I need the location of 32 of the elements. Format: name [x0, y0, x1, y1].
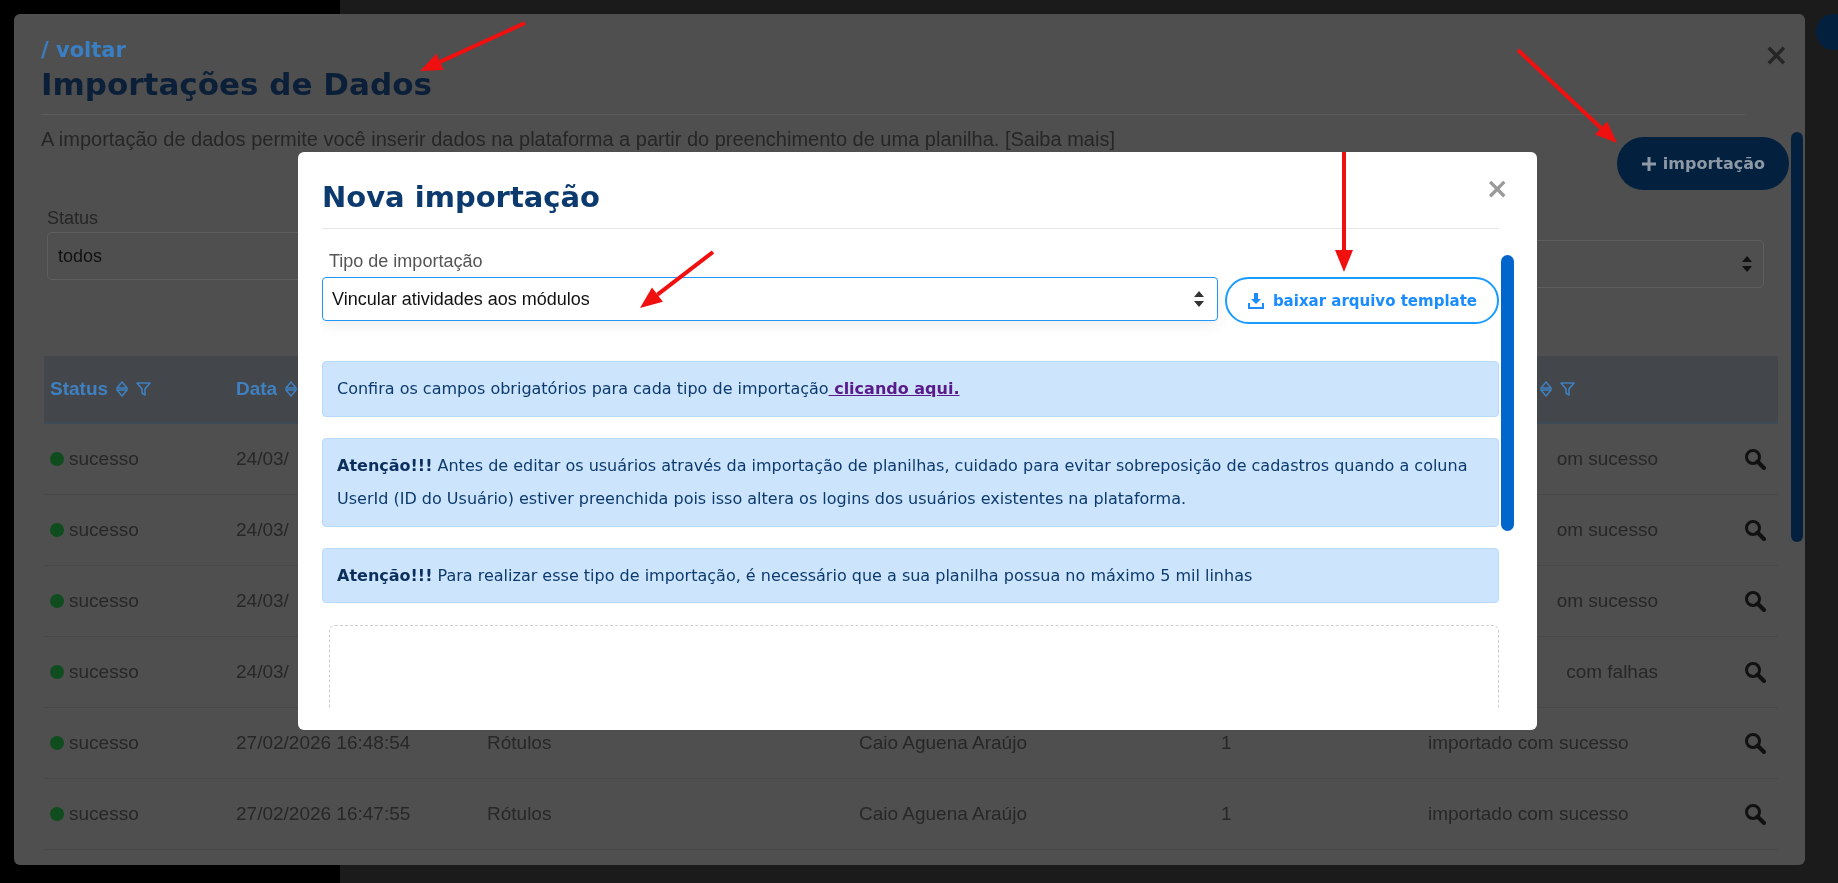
- back-link[interactable]: / voltar: [41, 38, 126, 62]
- new-import-button[interactable]: importação: [1616, 137, 1789, 190]
- select-arrows-icon: [1741, 255, 1753, 273]
- search-icon[interactable]: [1744, 732, 1766, 754]
- search-icon[interactable]: [1744, 590, 1766, 612]
- search-icon[interactable]: [1744, 519, 1766, 541]
- column-header[interactable]: Status: [50, 378, 109, 400]
- link[interactable]: clicando aqui.: [828, 379, 960, 398]
- info-alert: Confira os campos obrigatórios para cada tipo de importação clicando aqui.: [322, 361, 1499, 417]
- filter-icon[interactable]: [1560, 381, 1575, 397]
- filter-icon[interactable]: [136, 381, 152, 397]
- column-header[interactable]: Data: [236, 378, 278, 400]
- page-title: Importações de Dados: [41, 66, 433, 102]
- sort-icon[interactable]: [116, 381, 129, 397]
- scrollbar[interactable]: [1791, 132, 1803, 542]
- close-button[interactable]: ×: [1479, 174, 1515, 204]
- info-alert: Atenção!!! Antes de editar os usuários através da importação de planilhas, cuidado para evitar sobreposição de cadastros quando a coluna UserId (ID do Usuário) estiver preenchida pois isso altera os logins dos usuários existentes na plataforma.: [322, 437, 1499, 527]
- plus-icon: [1640, 155, 1657, 172]
- info-alert: Atenção!!! Para realizar esse tipo de importação, é necessário que a sua planilha possua no máximo 5 mil linhas: [322, 547, 1499, 604]
- sort-icon[interactable]: [1540, 381, 1552, 397]
- dialog-title: Nova importação: [322, 180, 601, 214]
- sort-icon[interactable]: [285, 381, 298, 397]
- close-button[interactable]: ×: [1759, 40, 1793, 70]
- field-label: Tipo de importação: [329, 251, 484, 272]
- import-type-select[interactable]: Vincular atividades aos módulos: [322, 277, 1218, 321]
- search-icon[interactable]: [1744, 448, 1766, 470]
- download-template-button[interactable]: baixar arquivo template: [1224, 277, 1499, 324]
- search-icon[interactable]: [1744, 661, 1766, 683]
- select-arrows-icon: [1192, 290, 1205, 308]
- scrollbar[interactable]: [1501, 255, 1514, 531]
- download-icon: [1246, 291, 1265, 310]
- search-icon[interactable]: [1744, 803, 1766, 825]
